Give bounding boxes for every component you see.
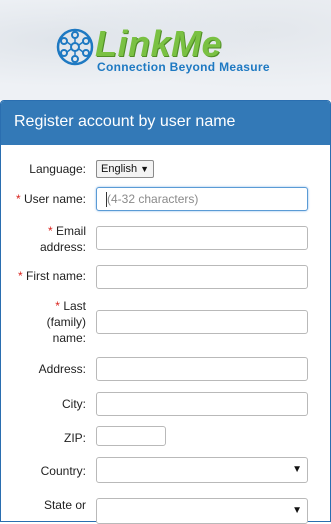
panel-title: Register account by user name — [1, 101, 330, 145]
country-select[interactable]: ▼ — [96, 457, 308, 483]
email-label: * Email address: — [10, 223, 86, 255]
language-label: Language: — [29, 162, 86, 176]
email-input[interactable] — [96, 226, 308, 250]
linkme-logo: LinkMe Connection Beyond Measure — [55, 23, 285, 80]
text-caret — [106, 192, 107, 207]
zip-input[interactable] — [96, 426, 166, 446]
state-select[interactable]: ▼ — [96, 498, 308, 524]
chevron-down-icon: ▼ — [292, 464, 302, 475]
state-label: State or — [43, 498, 86, 512]
language-value: English — [101, 163, 138, 175]
first-name-label-text: First name: — [25, 269, 86, 283]
header-banner: LinkMe Connection Beyond Measure — [0, 0, 331, 100]
last-name-label-line2: (family) — [46, 315, 86, 329]
first-name-input[interactable] — [96, 265, 308, 289]
last-name-input[interactable] — [96, 310, 308, 334]
username-input[interactable]: (4-32 characters) — [96, 187, 308, 211]
username-placeholder: (4-32 characters) — [107, 192, 199, 206]
zip-label: ZIP: — [63, 431, 86, 445]
required-marker: * — [55, 299, 60, 313]
email-label-line1: Email — [55, 224, 86, 238]
required-marker: * — [47, 224, 53, 238]
country-label: Country: — [40, 464, 86, 478]
last-name-label-line3: name: — [52, 331, 86, 345]
network-globe-icon — [56, 28, 94, 66]
username-label: * User name: — [10, 191, 86, 207]
address-label: Address: — [38, 362, 86, 376]
first-name-label: * First name: — [10, 268, 86, 284]
last-name-label-line1: Last — [63, 299, 86, 313]
brand-tagline: Connection Beyond Measure — [97, 60, 270, 74]
chevron-down-icon: ▼ — [292, 505, 302, 516]
address-input[interactable] — [96, 357, 308, 381]
city-label: City: — [62, 397, 86, 411]
language-select[interactable]: English ▼ — [96, 160, 154, 178]
required-marker: * — [17, 269, 23, 283]
required-marker: * — [15, 192, 21, 206]
city-input[interactable] — [96, 392, 308, 416]
email-label-line2: address: — [39, 240, 86, 254]
chevron-down-icon: ▼ — [140, 164, 149, 174]
username-label-text: User name: — [23, 192, 86, 206]
last-name-label: * Last (family) name: — [10, 298, 86, 346]
